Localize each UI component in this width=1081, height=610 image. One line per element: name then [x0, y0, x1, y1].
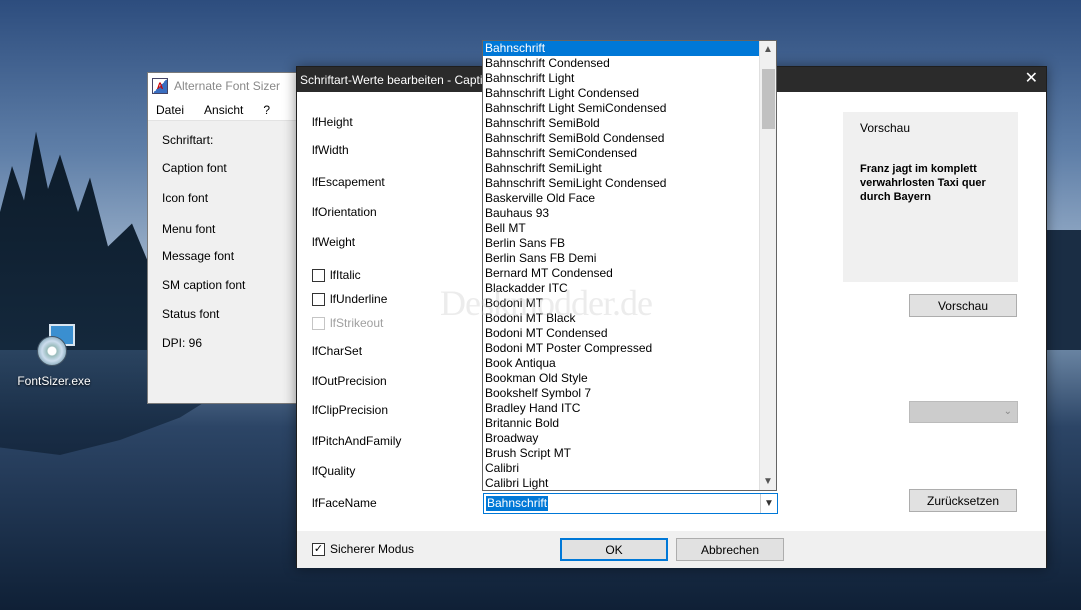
- back-window-titlebar[interactable]: A Alternate Font Sizer: [148, 73, 306, 99]
- checkbox-box: [312, 316, 325, 330]
- label-lffacename: lfFaceName: [312, 496, 377, 510]
- label-lfquality: lfQuality: [312, 464, 356, 478]
- dropdown-item[interactable]: Bookshelf Symbol 7: [483, 386, 759, 401]
- cancel-button[interactable]: Abbrechen: [676, 538, 784, 561]
- dropdown-items: Bahnschrift Bahnschrift Condensed Bahnschr…: [483, 41, 759, 491]
- scroll-up-icon[interactable]: ▲: [760, 41, 776, 58]
- back-window-menubar: Datei Ansicht ?: [148, 99, 306, 121]
- dropdown-item[interactable]: Britannic Bold: [483, 416, 759, 431]
- dropdown-item[interactable]: Bauhaus 93: [483, 206, 759, 221]
- dropdown-item[interactable]: Bahnschrift SemiLight: [483, 161, 759, 176]
- dropdown-item[interactable]: Bahnschrift Light SemiCondensed: [483, 101, 759, 116]
- dropdown-item[interactable]: Berlin Sans FB: [483, 236, 759, 251]
- dialog-title: Schriftart-Werte bearbeiten - Capti: [300, 72, 483, 87]
- dropdown-item[interactable]: Berlin Sans FB Demi: [483, 251, 759, 266]
- label-lfcharset: lfCharSet: [312, 344, 363, 358]
- dropdown-item[interactable]: Bodoni MT Condensed: [483, 326, 759, 341]
- dropdown-item[interactable]: Bradley Hand ITC: [483, 401, 759, 416]
- checkbox-label: Sicherer Modus: [330, 542, 415, 556]
- label-lfpitchandfamily: lfPitchAndFamily: [312, 434, 402, 448]
- dropdown-item[interactable]: Bahnschrift Light Condensed: [483, 86, 759, 101]
- back-window-title: Alternate Font Sizer: [174, 79, 281, 93]
- dropdown-item[interactable]: Brush Script MT: [483, 446, 759, 461]
- back-item-status-font[interactable]: Status font: [162, 307, 219, 321]
- menu-help[interactable]: ?: [263, 103, 270, 117]
- checkbox-box[interactable]: [312, 292, 325, 306]
- dropdown-item[interactable]: Bahnschrift: [483, 41, 759, 56]
- app-icon: A: [152, 78, 168, 94]
- scroll-down-icon[interactable]: ▼: [760, 473, 776, 490]
- back-item-dpi: DPI: 96: [162, 336, 203, 350]
- checkbox-lfstrikeout: lfStrikeout: [312, 316, 383, 330]
- dropdown-item[interactable]: Bodoni MT: [483, 296, 759, 311]
- label-lfescapement: lfEscapement: [312, 175, 385, 189]
- back-item-menu-font[interactable]: Menu font: [162, 222, 215, 236]
- dropdown-item[interactable]: Bahnschrift Condensed: [483, 56, 759, 71]
- dropdown-scrollbar[interactable]: ▲ ▼: [759, 41, 776, 490]
- dropdown-item[interactable]: Calibri: [483, 461, 759, 476]
- preview-button[interactable]: Vorschau: [909, 294, 1017, 317]
- checkbox-safe-mode[interactable]: ✓ Sicherer Modus: [312, 542, 414, 556]
- alternate-font-sizer-window: A Alternate Font Sizer Datei Ansicht ? S…: [147, 72, 307, 404]
- facename-combobox[interactable]: Bahnschrift ▼: [483, 493, 778, 514]
- checkbox-label: lfUnderline: [330, 292, 388, 306]
- preview-sample-text: Franz jagt im komplett verwahrlosten Tax…: [860, 163, 986, 203]
- desktop-hills: [1046, 230, 1081, 350]
- disabled-combobox: ⌄: [909, 401, 1018, 423]
- dropdown-item[interactable]: Calibri Light: [483, 476, 759, 491]
- back-item-icon-font[interactable]: Icon font: [162, 191, 208, 205]
- facename-value[interactable]: Bahnschrift: [486, 496, 549, 511]
- back-item-sm-caption-font[interactable]: SM caption font: [162, 278, 245, 292]
- checkbox-box[interactable]: ✓: [312, 542, 325, 556]
- back-item-schriftart: Schriftart:: [162, 133, 214, 147]
- dropdown-item[interactable]: Book Antiqua: [483, 356, 759, 371]
- desktop-icon-label: FontSizer.exe: [17, 374, 91, 388]
- dropdown-item[interactable]: Bernard MT Condensed: [483, 266, 759, 281]
- desktop-icon-fontsizer[interactable]: FontSizer.exe: [14, 322, 94, 388]
- back-item-message-font[interactable]: Message font: [162, 249, 234, 263]
- back-item-caption-font[interactable]: Caption font: [162, 161, 227, 175]
- dropdown-item[interactable]: Blackadder ITC: [483, 281, 759, 296]
- checkbox-box[interactable]: [312, 268, 325, 282]
- label-lforientation: lfOrientation: [312, 205, 377, 219]
- close-icon[interactable]: ✕: [1025, 71, 1038, 87]
- dropdown-item[interactable]: Bahnschrift SemiBold Condensed: [483, 131, 759, 146]
- dropdown-item[interactable]: Bahnschrift SemiLight Condensed: [483, 176, 759, 191]
- scrollbar-thumb[interactable]: [762, 69, 775, 129]
- dropdown-item[interactable]: Broadway: [483, 431, 759, 446]
- dropdown-item[interactable]: Bahnschrift SemiCondensed: [483, 146, 759, 161]
- label-lfwidth: lfWidth: [312, 143, 349, 157]
- chevron-down-icon: ⌄: [1003, 406, 1012, 417]
- menu-ansicht[interactable]: Ansicht: [204, 103, 243, 117]
- dropdown-item[interactable]: Bodoni MT Poster Compressed: [483, 341, 759, 356]
- checkbox-lfunderline[interactable]: lfUnderline: [312, 292, 387, 306]
- dropdown-item[interactable]: Bahnschrift Light: [483, 71, 759, 86]
- fontsizer-app-icon: [31, 322, 77, 368]
- chevron-down-icon[interactable]: ▼: [760, 494, 777, 513]
- dropdown-item[interactable]: Bahnschrift SemiBold: [483, 116, 759, 131]
- dropdown-item[interactable]: Bell MT: [483, 221, 759, 236]
- label-lfweight: lfWeight: [312, 235, 356, 249]
- dialog-footer: ✓ Sicherer Modus OK Abbrechen: [297, 531, 1046, 568]
- menu-datei[interactable]: Datei: [156, 103, 184, 117]
- reset-button[interactable]: Zurücksetzen: [909, 489, 1017, 512]
- label-lfoutprecision: lfOutPrecision: [312, 374, 387, 388]
- preview-title: Vorschau: [860, 121, 911, 135]
- facename-dropdown-list[interactable]: Bahnschrift Bahnschrift Condensed Bahnschr…: [482, 40, 777, 491]
- checkbox-label: lfStrikeout: [330, 316, 384, 330]
- label-lfclipprecision: lfClipPrecision: [312, 403, 389, 417]
- checkbox-label: lfItalic: [330, 268, 361, 282]
- dropdown-item[interactable]: Bookman Old Style: [483, 371, 759, 386]
- checkbox-lfitalic[interactable]: lfItalic: [312, 268, 361, 282]
- dropdown-item[interactable]: Baskerville Old Face: [483, 191, 759, 206]
- dropdown-item[interactable]: Bodoni MT Black: [483, 311, 759, 326]
- ok-button[interactable]: OK: [560, 538, 668, 561]
- preview-pane: Vorschau Franz jagt im komplett verwahrl…: [843, 112, 1018, 282]
- label-lfheight: lfHeight: [312, 115, 353, 129]
